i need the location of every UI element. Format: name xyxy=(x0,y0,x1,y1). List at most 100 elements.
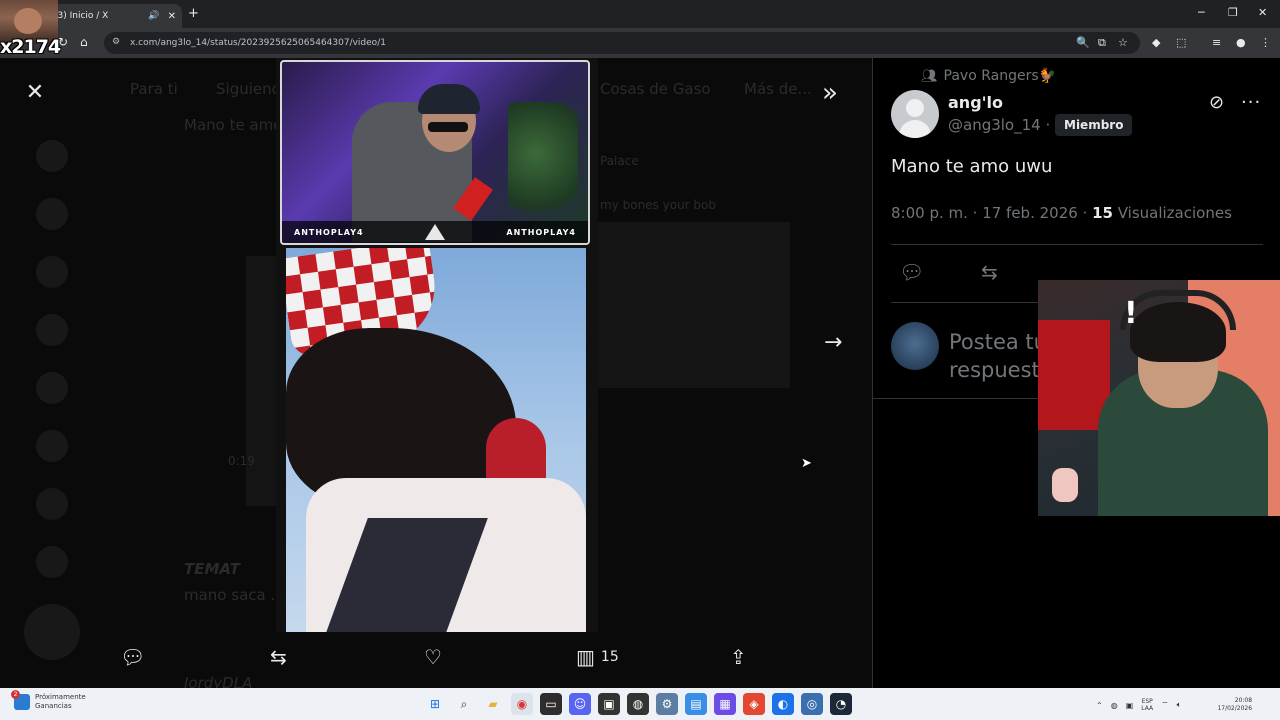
bg-media-left xyxy=(246,256,276,506)
views-button[interactable]: ▥ 15 xyxy=(576,644,619,670)
grok-icon[interactable]: ⊘ xyxy=(1209,92,1224,113)
profile-nav-icon xyxy=(36,488,68,520)
window-close-button[interactable]: ✕ xyxy=(1258,6,1267,19)
reply-icon: 💬︎ xyxy=(120,645,146,669)
tab-close-icon[interactable]: ✕ xyxy=(168,11,176,22)
profile-icon[interactable]: ● xyxy=(1236,36,1246,49)
widgets-button[interactable]: Próximamente Ganancias xyxy=(11,690,86,711)
stream-logo-icon xyxy=(425,224,445,240)
url-field[interactable]: ⚙ x.com/ang3lo_14/status/202392562506546… xyxy=(104,32,1140,54)
puzzle-icon[interactable]: ⬚ xyxy=(1176,36,1186,49)
repost-button[interactable]: ⇆ xyxy=(270,644,287,670)
media-control-icon[interactable]: ≡ xyxy=(1212,36,1221,49)
bookmark-star-icon[interactable]: ☆ xyxy=(1118,36,1128,49)
screen: (3) Inicio / X 🔊 ✕ + ─ ❐ ✕ ↻ ⌂ ⚙ x.com/a… xyxy=(0,0,1280,720)
calculator-icon[interactable]: ▦ xyxy=(714,693,736,715)
taskbar-apps: ⊞ ⌕ ▰ ◉ ▭ ☺ ▣ ◍ ⚙ ▤ ▦ ◈ ◐ ◎ ◔ xyxy=(424,693,852,715)
install-icon[interactable]: ⧉ xyxy=(1098,36,1106,50)
browser-address-bar: ↻ ⌂ ⚙ x.com/ang3lo_14/status/20239256250… xyxy=(0,28,1280,58)
bg-tab-5: Más de... xyxy=(744,80,812,98)
community-name: Pavo Rangers🐓 xyxy=(943,68,1057,84)
video-clip-frame xyxy=(286,248,586,632)
new-tab-button[interactable]: + xyxy=(188,6,199,21)
home-nav-icon xyxy=(36,140,68,172)
my-avatar xyxy=(891,322,939,370)
instagram-handle: ANTHOPLAY4 xyxy=(294,227,364,237)
widgets-icon xyxy=(11,690,30,710)
mouse-cursor-icon: ➤ xyxy=(801,456,812,471)
notifications-nav-icon xyxy=(36,256,68,288)
close-viewer-button[interactable]: ✕ xyxy=(22,80,48,106)
webcam-overlay: ! xyxy=(1038,280,1280,516)
language-indicator[interactable]: ESP LAA xyxy=(1141,698,1153,712)
extension-icon[interactable]: ◆ xyxy=(1152,36,1160,49)
menu-icon[interactable]: ⋮ xyxy=(1260,36,1271,49)
pixel-sprite xyxy=(1052,468,1078,502)
explore-nav-icon xyxy=(36,198,68,230)
author-name[interactable]: ang'lo xyxy=(948,93,1003,112)
brave-icon[interactable]: ◈ xyxy=(743,693,765,715)
discord-icon[interactable]: ☺ xyxy=(569,693,591,715)
x-page: Para ti Siguiendo Cosas de Gaso Más de..… xyxy=(0,58,1280,692)
tab-title: (3) Inicio / X xyxy=(54,11,109,21)
views-bar-icon: ▥ xyxy=(576,645,595,669)
home-icon[interactable]: ⌂ xyxy=(80,35,88,49)
widget-line-2: Ganancias xyxy=(35,702,72,710)
tweet-timestamp[interactable]: 8:00 p. m. · 17 feb. 2026 · xyxy=(891,204,1092,222)
repost-icon: ⇆ xyxy=(270,645,287,669)
author-handle[interactable]: @ang3lo_14 · xyxy=(948,116,1050,134)
video-player[interactable]: ANTHOPLAY4 ANTHOPLAY4 xyxy=(276,58,598,632)
steam-icon[interactable]: ◔ xyxy=(830,693,852,715)
obs-icon[interactable]: ◍ xyxy=(627,693,649,715)
notes-icon[interactable]: ▤ xyxy=(685,693,707,715)
clock[interactable]: 20:08 17/02/2026 xyxy=(1217,697,1252,713)
maximize-button[interactable]: ❐ xyxy=(1228,6,1238,19)
url-text: x.com/ang3lo_14/status/20239256250654643… xyxy=(130,38,386,48)
tray-app-icon[interactable]: ◍ xyxy=(1111,701,1118,710)
file-explorer-icon[interactable]: ▰ xyxy=(482,693,504,715)
reply-button[interactable]: 💬︎ xyxy=(120,644,145,670)
terminal-icon[interactable]: ▭ xyxy=(540,693,562,715)
panel-repost-icon[interactable]: ⇆ xyxy=(981,260,998,284)
like-button[interactable]: ♡ xyxy=(424,644,442,670)
start-icon[interactable]: ⊞ xyxy=(424,693,446,715)
streamer-hair xyxy=(418,84,480,114)
bg-palace-label: Palace xyxy=(600,154,639,168)
tray-chevron-icon[interactable]: ⌃ xyxy=(1096,701,1103,710)
app-icon-1[interactable]: ▣ xyxy=(598,693,620,715)
share-button[interactable]: ⇪ xyxy=(730,644,747,670)
divider xyxy=(891,244,1263,245)
video-streamer-frame: ANTHOPLAY4 ANTHOPLAY4 xyxy=(280,60,590,245)
member-badge: Miembro xyxy=(1055,114,1133,136)
settings-icon[interactable]: ⚙ xyxy=(656,693,678,715)
tray-app-icon-2[interactable]: ▣ xyxy=(1126,701,1134,710)
bg-media-card xyxy=(596,222,790,388)
grok-nav-icon xyxy=(36,372,68,404)
panel-reply-icon[interactable]: 💬︎ xyxy=(899,260,924,284)
community-label[interactable]: 👥︎ Pavo Rangers🐓 xyxy=(921,68,1056,84)
app-icon-2[interactable]: ◎ xyxy=(801,693,823,715)
search-icon[interactable]: ⌕ xyxy=(453,693,475,715)
minimize-button[interactable]: ─ xyxy=(1198,6,1205,19)
volume-icon[interactable]: 🔈︎ xyxy=(1177,700,1182,710)
clock-time: 20:08 xyxy=(1234,697,1253,704)
more-nav-icon xyxy=(36,546,68,578)
bg-video-time: 0:19 xyxy=(228,454,255,468)
tweet-views-label: Visualizaciones xyxy=(1112,204,1232,222)
heart-icon: ♡ xyxy=(424,645,442,669)
more-options-icon[interactable]: ··· xyxy=(1241,92,1261,113)
chrome-icon[interactable]: ◉ xyxy=(511,693,533,715)
speaker-icon[interactable]: 🔊 xyxy=(148,11,159,21)
expand-panel-button[interactable]: » xyxy=(822,78,838,108)
site-info-icon[interactable]: ⚙ xyxy=(112,37,120,47)
edge-icon[interactable]: ◐ xyxy=(772,693,794,715)
bg-post2-user: TEMAT xyxy=(184,560,240,578)
zoom-icon[interactable]: 🔍 xyxy=(1076,36,1090,49)
author-avatar[interactable] xyxy=(891,90,939,138)
lists-nav-icon xyxy=(36,430,68,462)
browser-tab[interactable]: (3) Inicio / X 🔊 ✕ xyxy=(40,4,182,28)
network-icon[interactable]: ⌔ xyxy=(1161,700,1169,710)
next-media-button[interactable]: → xyxy=(824,330,842,355)
views-count: 15 xyxy=(600,649,619,665)
plants xyxy=(508,102,578,232)
